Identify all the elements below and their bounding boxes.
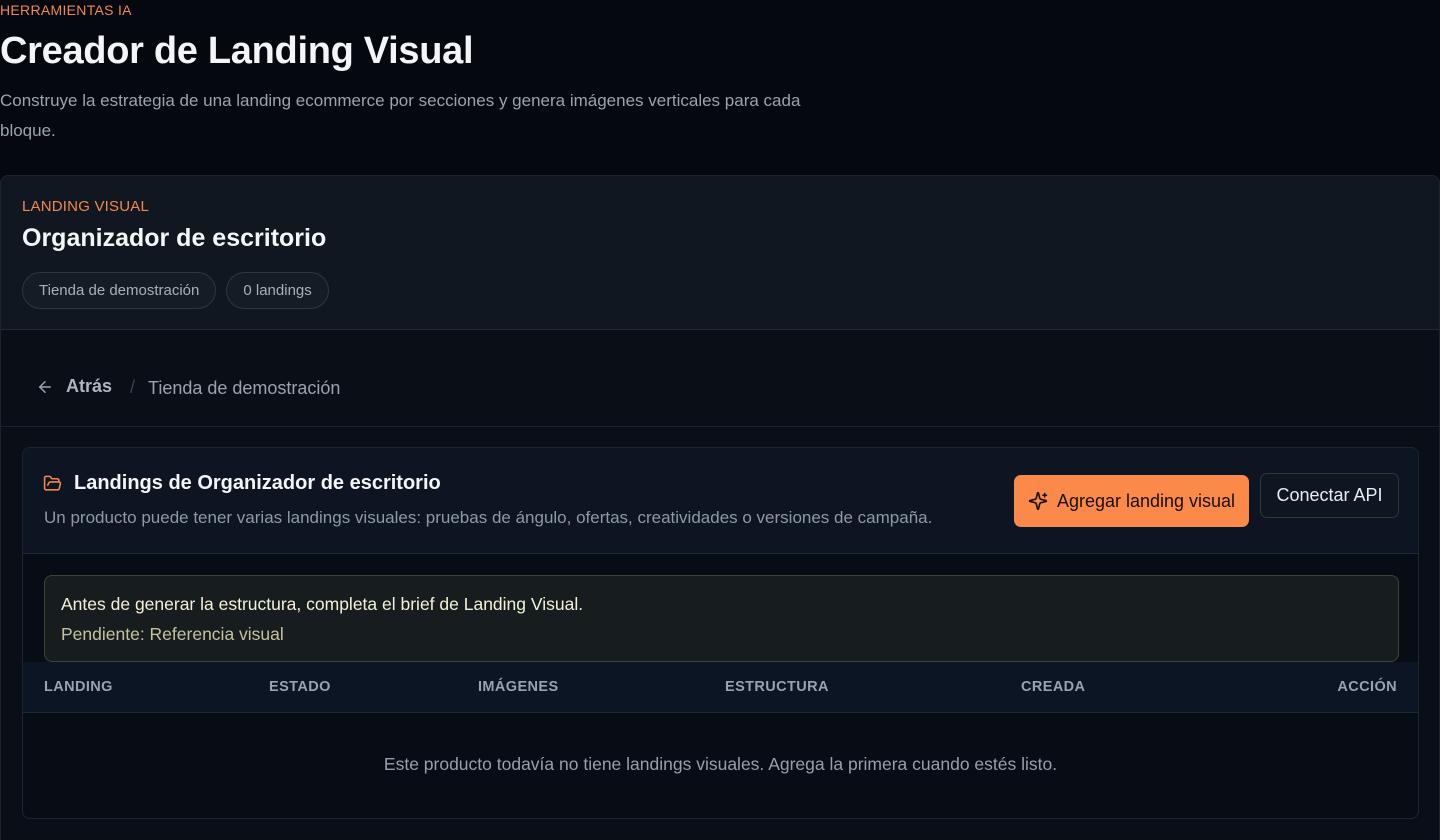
- add-landing-button[interactable]: Agregar landing visual: [1014, 475, 1249, 527]
- product-title: Organizador de escritorio: [22, 224, 327, 252]
- back-label: Atrás: [66, 376, 113, 396]
- product-card-header: LANDING VISUAL Organizador de escritorio…: [1, 176, 1439, 330]
- arrow-left-icon: [39, 380, 51, 393]
- page-description: Construye la estrategia de una landing e…: [0, 91, 801, 140]
- product-chips: Tienda de demostración 0 landings: [22, 272, 329, 309]
- column-header-estado[interactable]: ESTADO: [269, 679, 331, 695]
- connect-api-button[interactable]: Conectar API: [1260, 473, 1399, 518]
- landings-table-header: LANDING ESTADO IMÁGENES ESTRUCTURA CREAD…: [23, 662, 1418, 713]
- table-empty-state: Este producto todavía no tiene landings …: [383, 754, 1058, 774]
- alert-title: Antes de generar la estructura, completa…: [61, 594, 584, 614]
- store-chip: Tienda de demostración: [22, 272, 217, 309]
- column-header-creada[interactable]: CREADA: [1021, 679, 1085, 695]
- page-header: HERRAMIENTAS IA Creador de Landing Visua…: [0, 0, 1440, 176]
- landings-panel: Landings de Organizador de escritorio Un…: [22, 447, 1419, 819]
- landings-count-chip: 0 landings: [226, 272, 329, 309]
- column-header-estructura[interactable]: ESTRUCTURA: [725, 679, 829, 695]
- landings-panel-subtitle: Un producto puede tener varias landings …: [44, 508, 933, 527]
- page: HERRAMIENTAS IA Creador de Landing Visua…: [0, 0, 1440, 840]
- product-card: LANDING VISUAL Organizador de escritorio…: [0, 175, 1440, 840]
- sparkles-icon: [1028, 491, 1048, 511]
- add-landing-label: Agregar landing visual: [1056, 490, 1236, 511]
- folder-open-icon: [43, 475, 62, 491]
- breadcrumb-separator: /: [130, 377, 136, 397]
- alert-detail: Pendiente: Referencia visual: [61, 624, 284, 644]
- back-button[interactable]: Atrás: [36, 376, 112, 397]
- breadcrumb-current: Tienda de demostración: [148, 378, 341, 398]
- brief-warning-alert: Antes de generar la estructura, completa…: [44, 575, 1399, 662]
- column-header-accion: ACCIÓN: [1337, 679, 1397, 695]
- landings-panel-header: Landings de Organizador de escritorio Un…: [23, 448, 1418, 554]
- column-header-imagenes[interactable]: IMÁGENES: [478, 679, 559, 695]
- section-eyebrow: HERRAMIENTAS IA: [0, 2, 132, 18]
- landings-panel-title-row: Landings de Organizador de escritorio: [43, 472, 441, 495]
- product-card-eyebrow: LANDING VISUAL: [22, 198, 150, 215]
- landings-panel-title: Landings de Organizador de escritorio: [74, 472, 441, 494]
- column-header-landing[interactable]: LANDING: [44, 679, 113, 695]
- page-title: Creador de Landing Visual: [0, 30, 474, 72]
